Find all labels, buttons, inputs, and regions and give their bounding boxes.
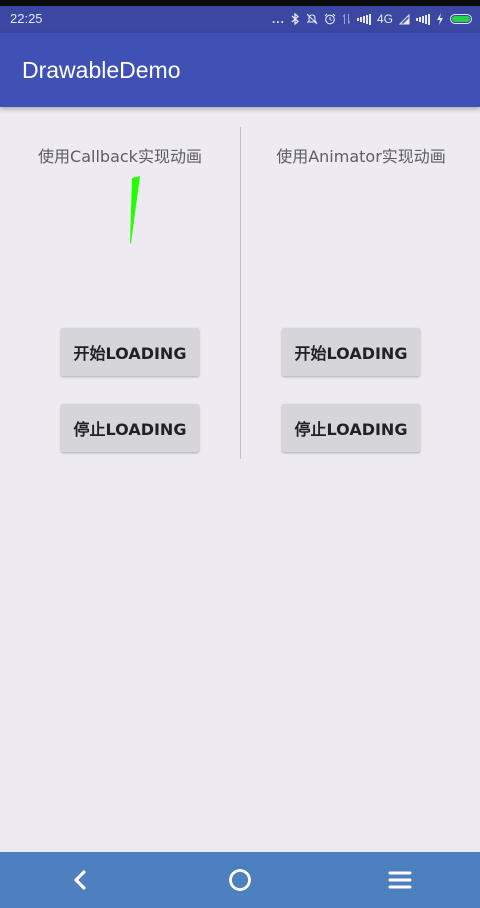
loading-spinner-segment xyxy=(130,176,140,244)
app-bar: DrawableDemo xyxy=(0,33,480,107)
callback-start-loading-button[interactable]: 开始LOADING xyxy=(61,328,199,376)
menu-button[interactable] xyxy=(370,852,430,908)
callback-panel-label: 使用Callback实现动画 xyxy=(38,147,202,166)
home-icon xyxy=(229,869,251,891)
app-title: DrawableDemo xyxy=(22,57,181,83)
animator-loading-drawable xyxy=(331,172,411,252)
callback-loading-drawable xyxy=(90,172,170,252)
bluetooth-icon xyxy=(291,13,300,25)
silent-icon xyxy=(306,13,318,25)
back-icon xyxy=(74,870,86,890)
menu-icon xyxy=(388,871,412,889)
battery-icon xyxy=(450,14,472,24)
status-icons: ... 4G xyxy=(272,10,472,28)
signal-strength-icon-2 xyxy=(416,13,430,25)
back-button[interactable] xyxy=(50,852,110,908)
wifi-icon xyxy=(399,13,410,25)
animator-start-loading-button[interactable]: 开始LOADING xyxy=(282,328,420,376)
alarm-icon xyxy=(324,13,336,25)
more-notifications-icon: ... xyxy=(271,12,285,26)
navigation-bar xyxy=(0,852,480,908)
home-button[interactable] xyxy=(210,852,270,908)
callback-panel: 使用Callback实现动画 开始LOADING 停止LOADING xyxy=(0,107,240,467)
network-type-label: 4G xyxy=(376,12,393,26)
charging-icon xyxy=(436,13,444,25)
main-content: 使用Callback实现动画 开始LOADING 停止LOADING 使用Ani… xyxy=(0,107,480,852)
signal-strength-icon xyxy=(356,13,371,25)
status-time: 22:25 xyxy=(10,11,43,26)
callback-stop-loading-button[interactable]: 停止LOADING xyxy=(61,404,199,452)
status-bar: 22:25 ... 4G xyxy=(0,0,480,33)
animator-stop-loading-button[interactable]: 停止LOADING xyxy=(282,404,420,452)
app-screen: 22:25 ... 4G DrawableDemo 使用Callback实现动画… xyxy=(0,0,480,908)
animator-panel: 使用Animator实现动画 开始LOADING 停止LOADING xyxy=(241,107,480,467)
animator-panel-label: 使用Animator实现动画 xyxy=(276,147,446,166)
data-transfer-icon xyxy=(342,13,351,25)
